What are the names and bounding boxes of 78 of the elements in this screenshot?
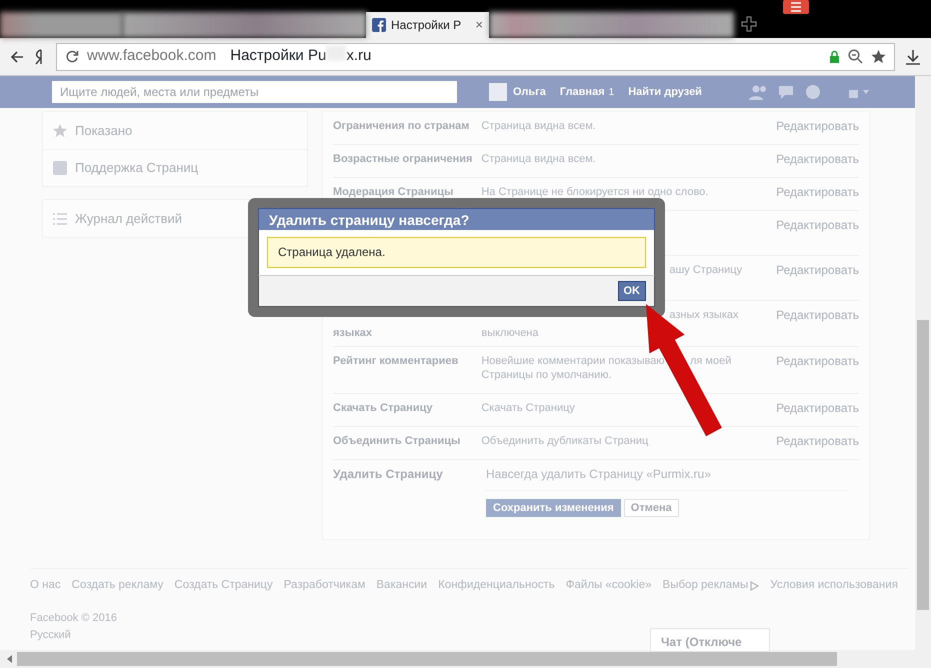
setting-value: Новейшие комментарии показываю [481,354,665,368]
edit-link[interactable]: Редактировать [776,152,859,166]
home-link[interactable]: Главная [560,84,605,100]
friends-icon [749,84,769,100]
setting-value: выключена [481,326,538,340]
success-message: Страница удалена. [267,237,646,268]
footer-link[interactable]: Разработчикам [284,577,366,594]
setting-label: Ограничения по странам [333,120,470,132]
setting-value: Страница видна всем. [481,152,596,166]
page-title: Настройки Pu x.ru [230,45,372,66]
vertical-scrollbar[interactable] [915,76,931,650]
edit-link[interactable]: Редактировать [776,218,859,232]
footer-link[interactable]: Условия использования [770,577,898,594]
browser-tab[interactable] [0,12,123,38]
edit-link[interactable]: Редактировать [776,354,859,368]
setting-value: Навсегда удалить Страницу «Purmix.ru» [486,467,712,481]
facebook-icon [372,18,386,32]
zoom-out-icon [848,49,863,64]
new-tab-icon [741,16,757,32]
chat-button[interactable]: Чат (Отключе [650,628,770,652]
address-field[interactable]: www.facebook.com Настройки Pu x.ru [56,42,895,70]
menu-icon [783,0,809,14]
search-field[interactable]: Ищите людей, места или предметы [52,81,457,103]
setting-value: азных языках [669,308,738,322]
browser-tab[interactable] [122,12,367,38]
sidebar-item[interactable]: Поддержка Страниц [43,149,307,186]
page-icon [53,161,67,175]
browser-tab[interactable] [489,12,734,38]
setting-value: ашу Страницу [669,263,742,277]
avatar-icon [489,83,507,101]
globe-icon [805,84,821,100]
horizontal-scrollbar[interactable] [0,650,931,668]
notification-count: 1 [608,86,614,100]
setting-value: На Странице не блокируется ни одно слово. [481,185,708,199]
user-name[interactable]: Ольга [513,84,546,100]
setting-label: Скачать Страницу [333,402,432,414]
save-button[interactable]: Сохранить изменения [486,499,621,517]
edit-link[interactable]: Редактировать [776,119,859,133]
setting-label: Объединить Страницы [333,435,460,447]
footer-link[interactable]: Вакансии [376,577,428,594]
ad-choices-icon [750,580,760,591]
setting-label: Возрастные ограничения [333,153,472,165]
ok-button[interactable]: OK [618,281,646,301]
download-icon [905,48,921,64]
footer-link[interactable]: Создать рекламу [72,577,164,594]
footer-link[interactable]: Создать Страницу [174,577,273,594]
footer-link[interactable]: Выбор рекламы [662,577,760,594]
back-icon [10,50,24,64]
browser-tab[interactable]: Настройки Р × [366,12,489,38]
star-icon [871,49,886,64]
dialog-title: Удалить страницу навсегда? [258,208,655,230]
footer-link[interactable]: Конфиденциальность [438,577,555,594]
edit-link[interactable]: Редактировать [776,434,859,448]
cancel-button[interactable]: Отмена [624,499,679,517]
footer-link[interactable]: О нас [30,577,61,594]
setting-value: Страница видна всем. [481,119,596,133]
setting-value: ля моей [690,354,732,368]
list-icon [53,212,67,226]
footer-link[interactable]: Файлы «cookie» [566,577,652,594]
edit-link[interactable]: Редактировать [776,401,859,415]
star-icon [53,124,67,138]
language-link[interactable]: Русский [30,626,71,644]
edit-link[interactable]: Редактировать [776,263,859,277]
find-friends-link[interactable]: Найти друзей [628,84,702,100]
scroll-left-icon [6,655,14,663]
reload-icon [65,50,79,64]
setting-value: Объединить дубликаты Страниц [481,434,648,448]
setting-label: Модерация Страницы [333,186,454,198]
edit-link[interactable]: Редактировать [776,185,859,199]
setting-label: Рейтинг комментариев [333,355,458,367]
url-domain: www.facebook.com [87,46,216,66]
edit-link[interactable]: Редактировать [776,308,859,322]
setting-value: Скачать Страницу [481,401,575,415]
setting-label: Удалить Страницу [333,467,443,481]
sidebar-item[interactable]: Показано [43,112,307,149]
copyright-text: Facebook © 2016 [30,611,117,626]
setting-label: языках [333,327,372,339]
setting-value: Страницы по умолчанию. [481,368,612,382]
